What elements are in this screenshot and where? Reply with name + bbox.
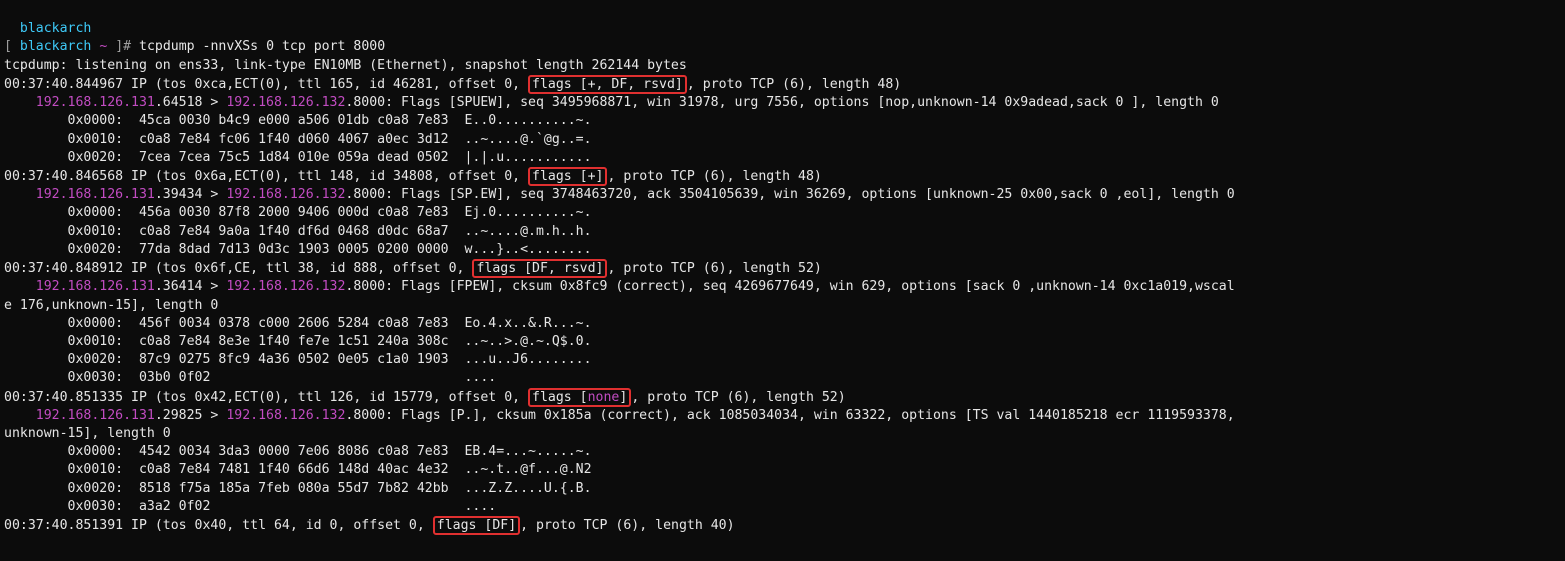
packet-2-hex2: 0x0020: 87c9 0275 8fc9 4a36 0502 0e05 c1… [4,352,592,367]
packet-3-hex0: 0x0000: 4542 0034 3da3 0000 7e06 8086 c0… [4,444,592,459]
entered-command: tcpdump -nnvXSs 0 tcp port 8000 [139,39,385,54]
packet-2-ip: 00:37:40.848912 IP (tos 0x6f,CE, ttl 38,… [4,261,822,276]
packet-2-hex1: 0x0010: c0a8 7e84 8e3e 1f40 fe7e 1c51 24… [4,334,592,349]
packet-3-hex3: 0x0030: a3a2 0f02 .... [4,499,496,514]
flags-box-1: flags [+] [528,167,607,186]
packet-1-hex1: 0x0010: c0a8 7e84 9a0a 1f40 df6d 0468 d0… [4,224,592,239]
packet-3-tcp-a: 192.168.126.131.29825 > 192.168.126.132.… [4,408,1235,423]
packet-4-ip: 00:37:40.851391 IP (tos 0x40, ttl 64, id… [4,518,735,533]
line-prev-prompt: blackarch [4,21,91,36]
packet-1-hex2: 0x0020: 77da 8dad 7d13 0d3c 1903 0005 02… [4,242,592,257]
packet-1-tcp: 192.168.126.131.39434 > 192.168.126.132.… [4,187,1235,202]
terminal-output: blackarch [ blackarch ~ ]# tcpdump -nnvX… [0,0,1565,537]
packet-2-hex3: 0x0030: 03b0 0f02 .... [4,370,496,385]
packet-3-hex1: 0x0010: c0a8 7e84 7481 1f40 66d6 148d 40… [4,462,592,477]
packet-2-tcp-b: e 176,unknown-15], length 0 [4,298,218,313]
flags-box-3: flags [none] [528,388,631,407]
flags-box-2: flags [DF, rsvd] [472,259,607,278]
packet-2-hex0: 0x0000: 456f 0034 0378 c000 2606 5284 c0… [4,316,592,331]
flags-box-4: flags [DF] [433,516,520,535]
prompt-host: blackarch [20,39,91,54]
packet-3-tcp-b: unknown-15], length 0 [4,426,171,441]
line-prompt: [ blackarch ~ ]# tcpdump -nnvXSs 0 tcp p… [4,39,385,54]
flags-box-0: flags [+, DF, rsvd] [528,75,687,94]
packet-1-ip: 00:37:40.846568 IP (tos 0x6a,ECT(0), ttl… [4,169,822,184]
packet-0-ip: 00:37:40.844967 IP (tos 0xca,ECT(0), ttl… [4,77,901,92]
packet-0-hex2: 0x0020: 7cea 7cea 75c5 1d84 010e 059a de… [4,150,592,165]
packet-1-hex0: 0x0000: 456a 0030 87f8 2000 9406 000d c0… [4,205,592,220]
packet-0-hex1: 0x0010: c0a8 7e84 fc06 1f40 d060 4067 a0… [4,132,592,147]
prev-host-fragment: blackarch [4,21,91,36]
packet-0-tcp: 192.168.126.131.64518 > 192.168.126.132.… [4,95,1219,110]
packet-0-hex0: 0x0000: 45ca 0030 b4c9 e000 a506 01db c0… [4,113,592,128]
packet-2-tcp-a: 192.168.126.131.36414 > 192.168.126.132.… [4,279,1235,294]
packet-3-hex2: 0x0020: 8518 f75a 185a 7feb 080a 55d7 7b… [4,481,592,496]
line-listening: tcpdump: listening on ens33, link-type E… [4,58,687,73]
packet-3-ip: 00:37:40.851335 IP (tos 0x42,ECT(0), ttl… [4,390,846,405]
